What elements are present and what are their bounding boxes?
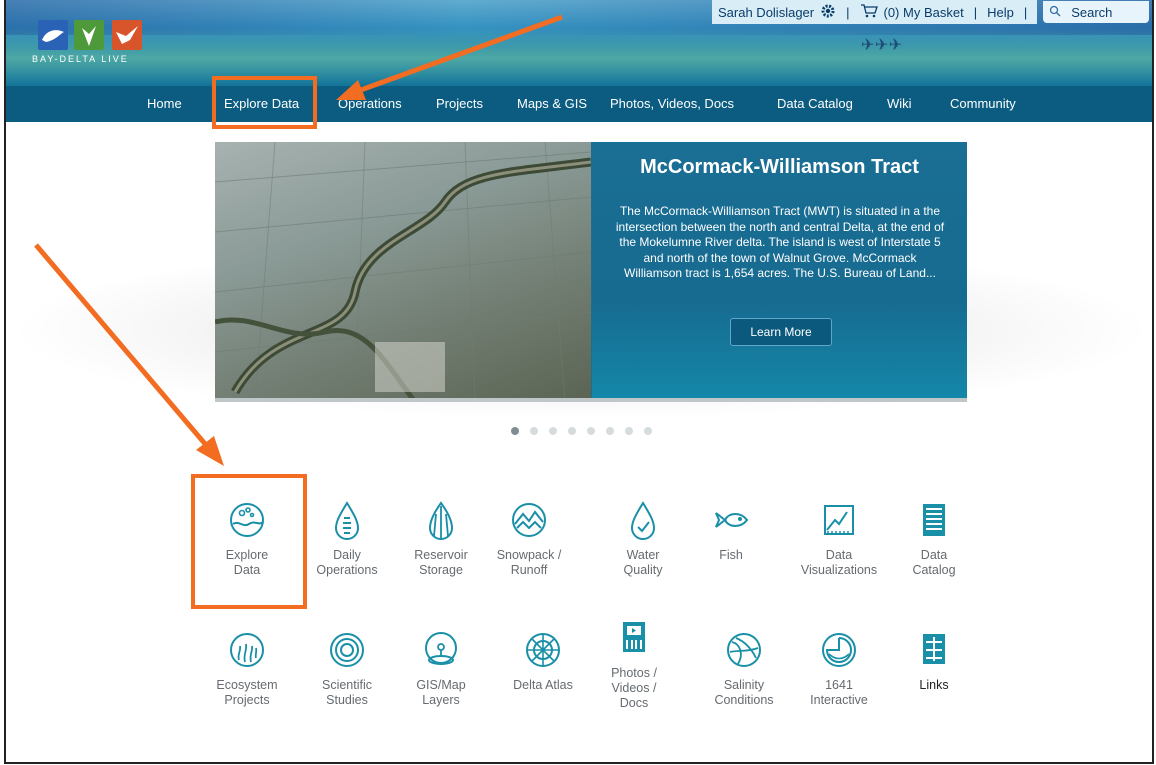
arrow-to-nav [336, 14, 563, 100]
arrow-to-tile [34, 243, 224, 466]
annotation-arrows [34, 14, 563, 466]
browser-frame: BAY-DELTA LIVE ✈ ✈ ✈ Sarah Dolislager | … [4, 0, 1154, 764]
